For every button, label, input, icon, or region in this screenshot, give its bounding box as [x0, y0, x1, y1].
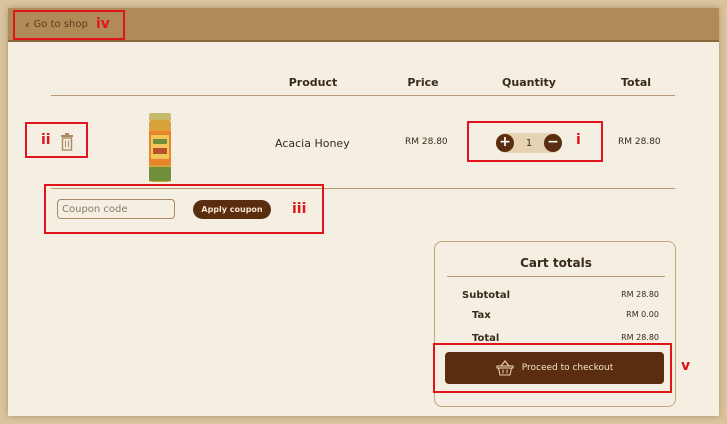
cart-page: ‹ Go to shop iv Product Price Quantity T…	[8, 8, 719, 416]
annotation-box-iii	[44, 184, 324, 234]
tax-value: RM 0.00	[626, 310, 659, 319]
annotation-label-i: i	[576, 132, 581, 148]
product-name[interactable]: Acacia Honey	[275, 137, 350, 150]
annotation-label-ii: ii	[41, 132, 51, 148]
annotation-label-iii: iii	[292, 201, 307, 217]
annotation-box-iv	[13, 10, 125, 40]
total-value: RM 28.80	[621, 333, 659, 342]
column-header-product: Product	[288, 76, 338, 89]
tax-label: Tax	[472, 310, 491, 321]
product-total: RM 28.80	[618, 137, 661, 147]
column-header-total: Total	[620, 76, 652, 89]
header-divider	[51, 95, 675, 96]
product-image	[149, 113, 171, 182]
annotation-box-ii	[25, 122, 88, 158]
annotation-box-i	[467, 121, 603, 162]
annotation-label-v: v	[681, 358, 691, 374]
cart-totals-title: Cart totals	[520, 256, 592, 270]
column-header-quantity: Quantity	[502, 76, 556, 89]
subtotal-label: Subtotal	[462, 290, 511, 301]
subtotal-value: RM 28.80	[621, 290, 659, 299]
annotation-box-v	[433, 343, 672, 393]
product-price: RM 28.80	[405, 137, 448, 147]
column-header-price: Price	[407, 76, 439, 89]
totals-divider	[447, 276, 665, 277]
